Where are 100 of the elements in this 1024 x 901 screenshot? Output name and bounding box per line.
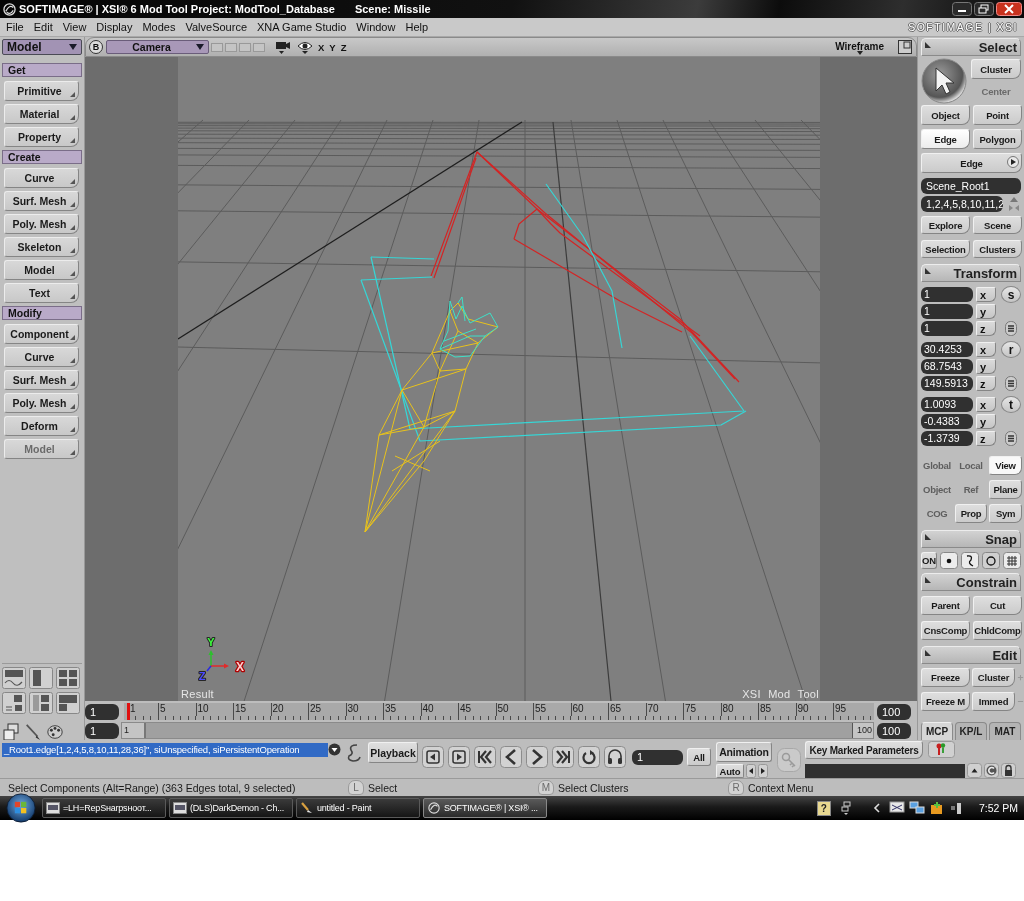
- snap-toggle-button[interactable]: ON: [921, 552, 937, 569]
- value-field[interactable]: 30.4253: [921, 342, 973, 357]
- menu-item[interactable]: XNA Game Studio: [257, 21, 347, 33]
- section-header[interactable]: Create: [2, 150, 82, 164]
- value-field[interactable]: 1: [921, 287, 973, 302]
- transform-option-button[interactable]: Prop: [955, 504, 987, 523]
- menu-item[interactable]: View: [62, 21, 87, 33]
- lock-icon[interactable]: [1001, 763, 1016, 778]
- axis-button[interactable]: z: [976, 321, 996, 336]
- selection-field[interactable]: 1,2,4,5,8,10,11,2: [921, 196, 1003, 212]
- envelope-icon[interactable]: [888, 801, 905, 815]
- section-header[interactable]: Get: [2, 63, 82, 77]
- network-computers-icon[interactable]: [908, 801, 925, 815]
- select-action-button[interactable]: Explore: [921, 216, 970, 234]
- taskbar-button[interactable]: =LH=RepSнarpsнooт...: [42, 798, 166, 818]
- taskbar-button[interactable]: (DLS)DarkDemon - Ch...: [169, 798, 293, 818]
- filter-dropdown[interactable]: Edge: [921, 153, 1022, 173]
- tool-button[interactable]: Primitive: [4, 81, 79, 101]
- maximize-icon[interactable]: [898, 40, 912, 54]
- menu-item[interactable]: Modes: [142, 21, 176, 33]
- palette-icon[interactable]: [46, 722, 64, 742]
- taskbar-button[interactable]: untitled - Paint: [296, 798, 420, 818]
- filter-button[interactable]: Polygon: [973, 129, 1022, 149]
- transform-mode-button[interactable]: s: [1001, 286, 1021, 303]
- playback-button[interactable]: Playback: [368, 742, 418, 763]
- tool-button[interactable]: Property: [4, 127, 79, 147]
- stacked-view-layout-icon[interactable]: [29, 692, 53, 714]
- dropdown-circle-icon[interactable]: [328, 743, 341, 756]
- edit-button[interactable]: Freeze M: [921, 692, 970, 711]
- axis-button[interactable]: z: [976, 431, 996, 446]
- panel-tab[interactable]: KP/L: [955, 722, 987, 740]
- constrain-button[interactable]: ChldComp: [973, 621, 1022, 640]
- list-lines-icon[interactable]: [1005, 431, 1017, 446]
- constrain-button[interactable]: CnsComp: [921, 621, 970, 640]
- axis-button[interactable]: y: [976, 414, 996, 429]
- axis-button[interactable]: x: [976, 287, 996, 302]
- range-end-handle[interactable]: 100: [851, 723, 873, 738]
- grid-snap-icon[interactable]: [1003, 552, 1021, 569]
- network-status-icon[interactable]: [840, 801, 851, 815]
- menu-item[interactable]: Edit: [33, 21, 53, 33]
- single-view-layout-icon[interactable]: [29, 667, 53, 689]
- stacked-boxes-icon[interactable]: [2, 722, 20, 742]
- list-lines-icon[interactable]: [1005, 321, 1017, 336]
- scene-field[interactable]: Scene_Root1: [921, 178, 1021, 194]
- colorful-app-icon[interactable]: [928, 801, 945, 815]
- axis-toggle[interactable]: Y: [329, 41, 336, 53]
- filter-button[interactable]: Object: [921, 105, 970, 125]
- tool-button[interactable]: Surf. Mesh: [4, 370, 79, 390]
- panel-layout-icon[interactable]: [2, 692, 26, 714]
- section-header[interactable]: Modify: [2, 306, 82, 320]
- step-back-icon[interactable]: [422, 746, 444, 768]
- edit-button[interactable]: Cluster: [972, 668, 1015, 687]
- pins-icon[interactable]: [928, 741, 955, 758]
- help-tray-button[interactable]: ?: [816, 800, 831, 816]
- panel-tab[interactable]: MAT: [989, 722, 1021, 740]
- current-frame-field[interactable]: 1: [632, 750, 683, 765]
- minimize-icon[interactable]: [952, 2, 972, 16]
- menu-item[interactable]: Help: [405, 21, 429, 33]
- value-field[interactable]: 68.7543: [921, 359, 973, 374]
- panel-tab[interactable]: MCP: [921, 722, 953, 740]
- section-header[interactable]: Snap: [921, 530, 1021, 548]
- range-start-field[interactable]: 1: [85, 722, 119, 739]
- previous-key-icon[interactable]: [746, 764, 756, 778]
- tool-button[interactable]: Curve: [4, 168, 79, 188]
- tool-button[interactable]: Poly. Mesh: [4, 393, 79, 413]
- four-view-layout-icon[interactable]: [56, 667, 80, 689]
- viewport-letter-button[interactable]: B: [89, 40, 103, 54]
- animation-button[interactable]: Animation: [716, 742, 772, 762]
- keying-set-field[interactable]: [805, 763, 965, 778]
- frame-range-track[interactable]: 1 100: [121, 722, 874, 739]
- mode-dropdown[interactable]: Model: [2, 39, 82, 55]
- start-orb-icon[interactable]: [6, 793, 36, 823]
- axis-button[interactable]: z: [976, 376, 996, 391]
- corner-view-layout-icon[interactable]: [56, 692, 80, 714]
- end-frame-field[interactable]: 100: [877, 703, 911, 720]
- tool-button[interactable]: Model: [4, 260, 79, 280]
- loop-icon[interactable]: [578, 746, 600, 768]
- select-action-button[interactable]: Scene: [973, 216, 1022, 234]
- transform-option-button[interactable]: Plane: [989, 480, 1022, 499]
- all-button[interactable]: All: [687, 748, 711, 766]
- value-field[interactable]: -1.3739: [921, 431, 973, 446]
- value-field[interactable]: 1.0093: [921, 397, 973, 412]
- taskbar-button[interactable]: SOFTIMAGE® | XSI® ...: [423, 798, 547, 818]
- value-field[interactable]: 149.5913: [921, 376, 973, 391]
- tool-button[interactable]: Component: [4, 324, 79, 344]
- tool-button[interactable]: Curve: [4, 347, 79, 367]
- section-header[interactable]: Select: [921, 38, 1021, 56]
- circle-snap-icon[interactable]: [982, 552, 1000, 569]
- list-lines-icon[interactable]: [1005, 376, 1017, 391]
- auto-key-button[interactable]: Auto: [716, 764, 744, 778]
- range-end-field[interactable]: 100: [877, 722, 911, 739]
- point-snap-icon[interactable]: [940, 552, 958, 569]
- menu-item[interactable]: Window: [356, 21, 396, 33]
- last-frame-icon[interactable]: [552, 746, 574, 768]
- value-field[interactable]: 1: [921, 321, 973, 336]
- camera-dropdown[interactable]: Camera: [106, 40, 209, 54]
- tool-button[interactable]: Poly. Mesh: [4, 214, 79, 234]
- menu-item[interactable]: File: [6, 21, 24, 33]
- edit-button[interactable]: Freeze: [921, 668, 970, 687]
- range-start-handle[interactable]: 1: [122, 723, 146, 738]
